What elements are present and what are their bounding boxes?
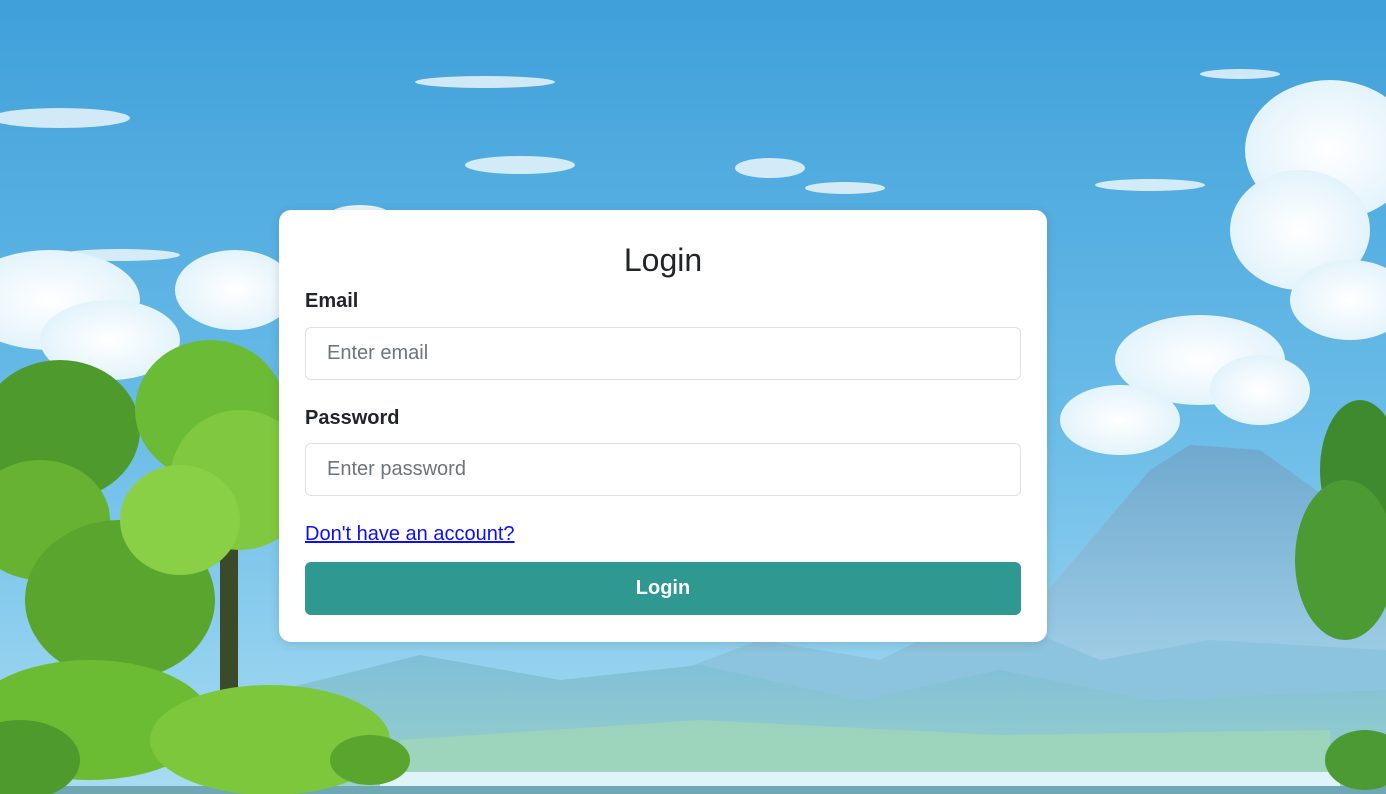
email-label: Email bbox=[305, 290, 359, 312]
password-input[interactable] bbox=[305, 443, 1021, 496]
email-input[interactable] bbox=[305, 327, 1021, 380]
login-card: Login Email Password Don't have an accou… bbox=[279, 210, 1047, 642]
password-label: Password bbox=[305, 407, 400, 429]
login-button[interactable]: Login bbox=[305, 562, 1021, 615]
login-title: Login bbox=[623, 242, 703, 278]
signup-link[interactable]: Don't have an account? bbox=[305, 521, 515, 547]
